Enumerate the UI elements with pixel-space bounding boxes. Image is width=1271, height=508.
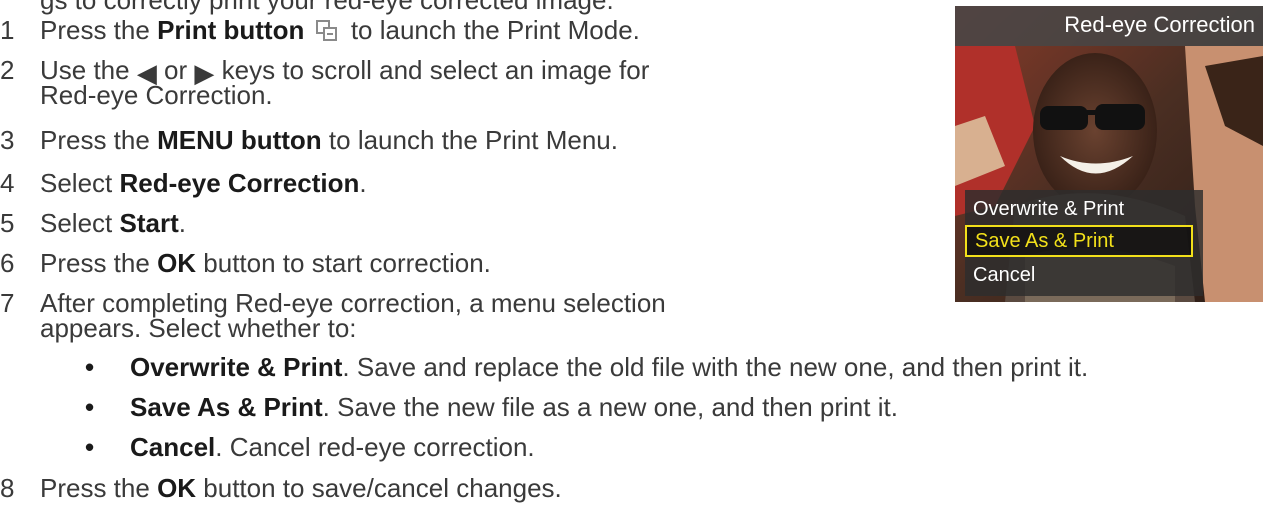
intro-line-partial: gs to correctly print your red-eye corre… — [40, 0, 614, 15]
ok-label: OK — [157, 248, 197, 278]
manual-page: gs to correctly print your red-eye corre… — [0, 0, 1271, 508]
bullet-icon: • — [85, 352, 95, 382]
ok-label: OK — [157, 473, 197, 503]
menu-button-label: MENU button — [157, 125, 322, 155]
print-icon — [315, 20, 337, 41]
print-button-label: Print button — [157, 15, 305, 45]
bullet-icon: • — [85, 432, 95, 462]
step-number: 6 — [0, 248, 15, 278]
menu-item-overwrite-print[interactable]: Overwrite & Print — [965, 193, 1193, 225]
step-number: 1 — [0, 15, 15, 45]
menu-item-save-as-print[interactable]: Save As & Print — [965, 225, 1193, 257]
step-number: 4 — [0, 168, 15, 198]
step-number: 3 — [0, 125, 15, 155]
menu-item-cancel[interactable]: Cancel — [965, 259, 1193, 291]
start-label: Start — [119, 208, 179, 238]
step-number: 7 — [0, 288, 15, 318]
screen-title-bar: Red-eye Correction — [955, 6, 1263, 46]
red-eye-correction-label: Red-eye Correction — [119, 168, 360, 198]
screen-title: Red-eye Correction — [1064, 12, 1255, 37]
bullet-icon: • — [85, 392, 95, 422]
step-number: 2 — [0, 55, 15, 85]
camera-screen-image: Red-eye Correction Overwrite & Print Sav… — [955, 6, 1263, 302]
step-number: 5 — [0, 208, 15, 238]
step-number: 8 — [0, 473, 15, 503]
